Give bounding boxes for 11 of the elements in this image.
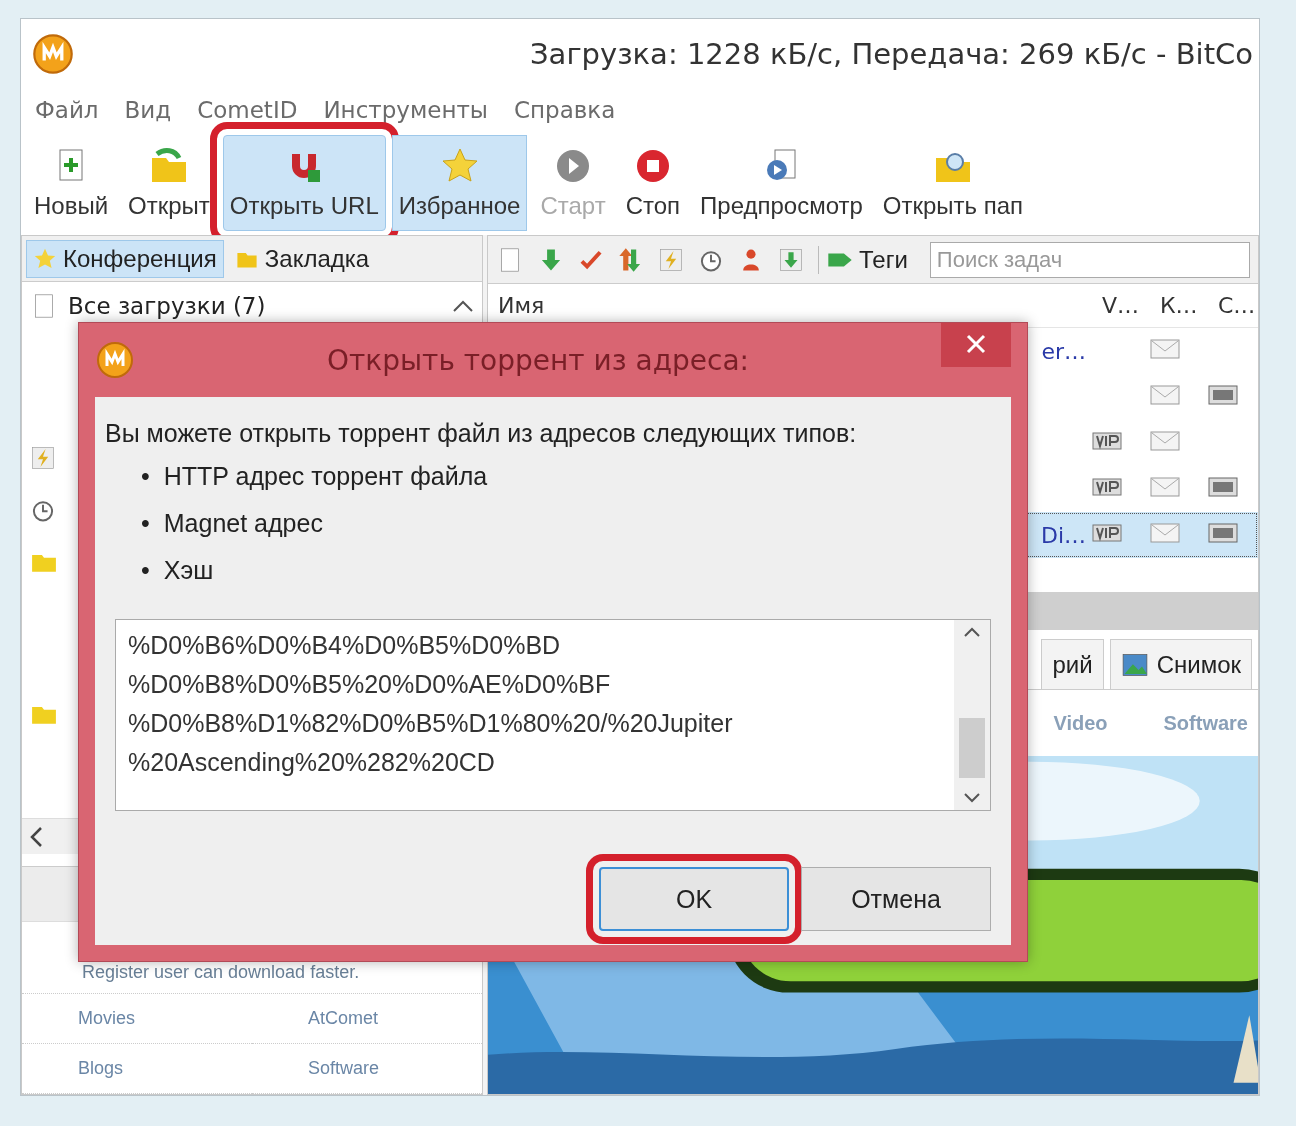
list-item: Хэш xyxy=(163,556,214,585)
list-item: Magnet адрес xyxy=(163,509,323,538)
window-title: Загрузка: 1228 кБ/с, Передача: 269 кБ/с - BitCo xyxy=(530,37,1253,71)
list-item: HTTP адрес торрент файла xyxy=(163,462,488,491)
bullet-mark: • xyxy=(141,509,150,538)
task-name: er… xyxy=(1041,338,1086,364)
task-name: Di… xyxy=(1040,522,1086,548)
dialog-title: Открыть торрент из адреса: xyxy=(325,343,751,377)
dialog-message: Вы можете открыть торрент файл из адресов следующих типов: xyxy=(105,419,858,448)
bullet-mark: • xyxy=(141,462,150,491)
bullet-mark: • xyxy=(141,556,150,585)
